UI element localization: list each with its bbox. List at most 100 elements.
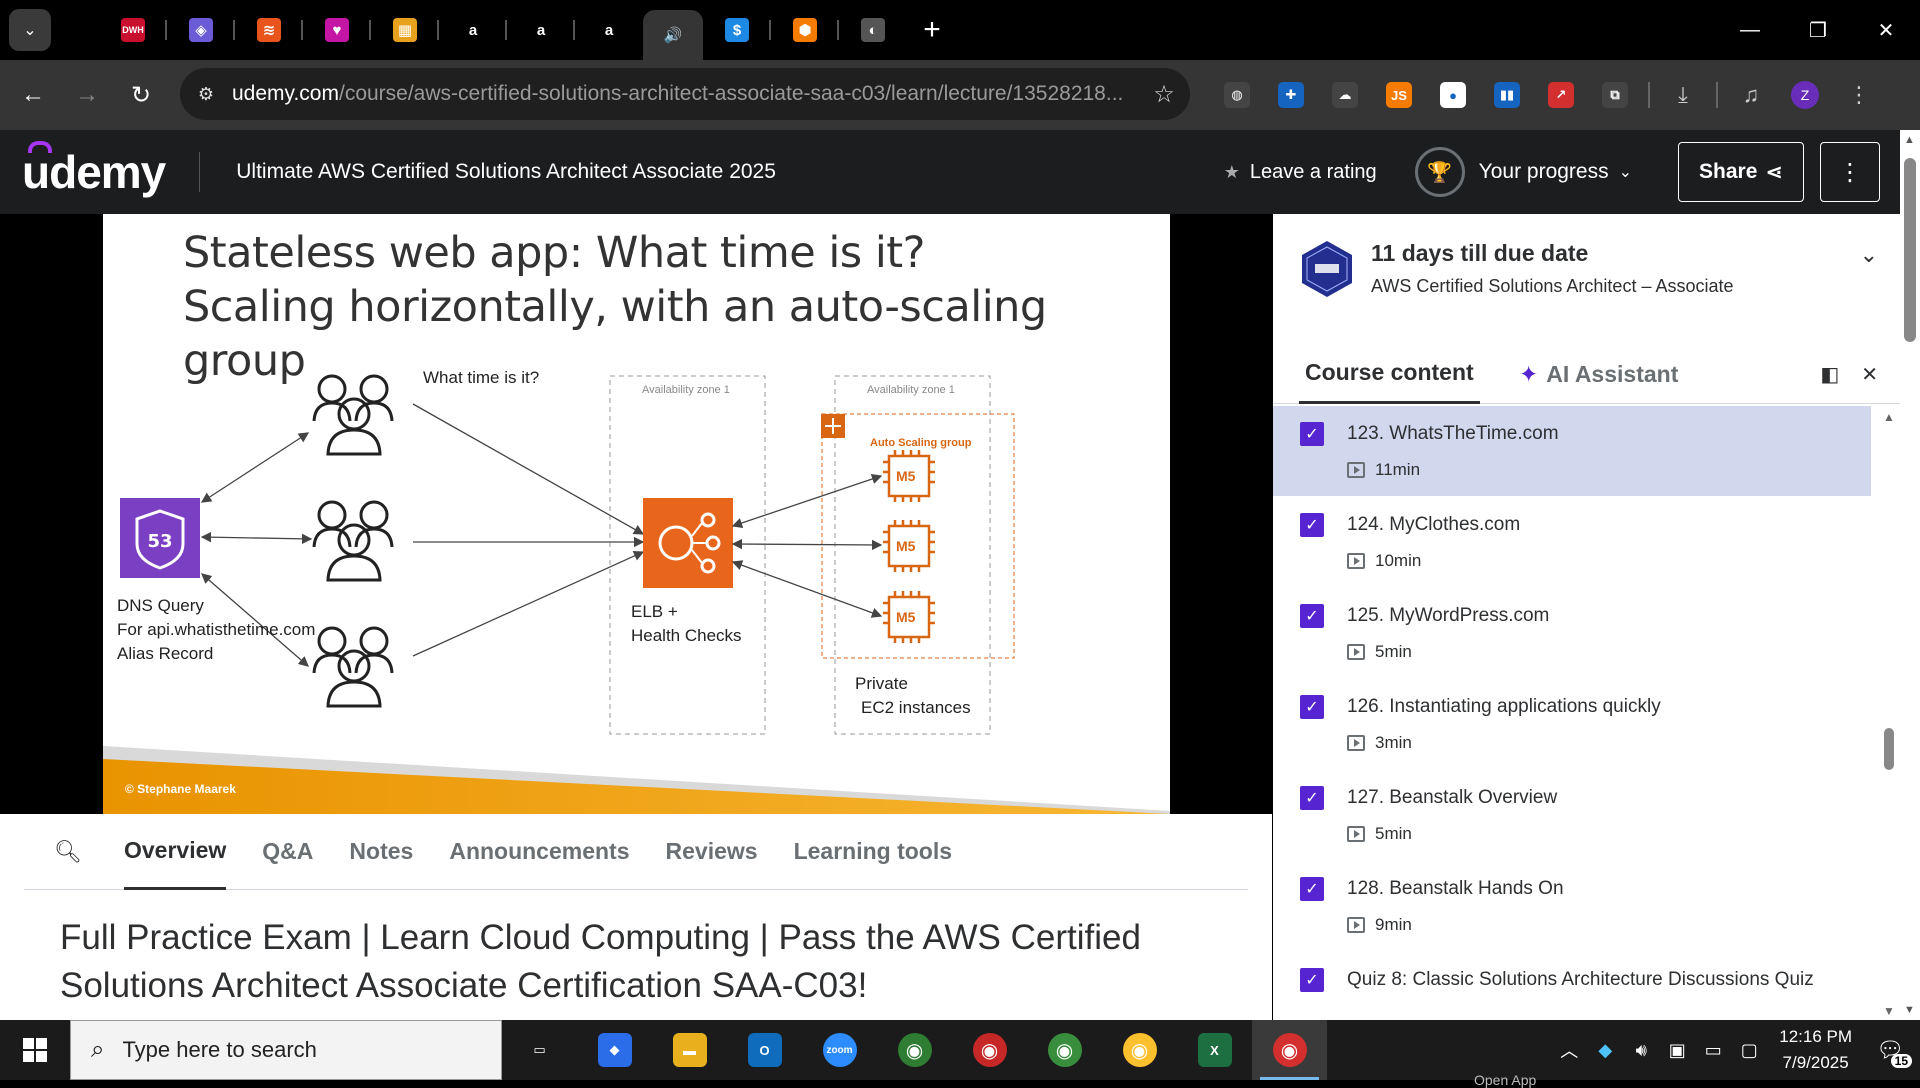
start-button[interactable] <box>0 1020 70 1080</box>
chrome-taskbar-button[interactable]: ◉ <box>1102 1020 1177 1080</box>
new-tab-button[interactable]: + <box>907 0 957 60</box>
task-view-taskbar-button[interactable]: ▭ <box>502 1020 577 1080</box>
lecture-item[interactable]: ✓ 125. MyWordPress.com 5min <box>1273 588 1871 678</box>
tab-announcements[interactable]: Announcements <box>449 814 629 890</box>
tab-q-a[interactable]: Q&A <box>262 814 313 890</box>
bookmark-star-icon[interactable]: ☆ <box>1138 68 1190 120</box>
copilot-taskbar-button[interactable]: ◆ <box>577 1020 652 1080</box>
file-explorer-taskbar-button[interactable]: ▬ <box>652 1020 727 1080</box>
close-window-icon[interactable]: ✕ <box>1852 0 1920 60</box>
chrome-active-taskbar-button[interactable]: ◉ <box>1252 1020 1327 1080</box>
sidebar-scrollbar[interactable]: ▲ ▼ <box>1878 406 1898 1020</box>
bars-extension-icon[interactable]: ▮▮ <box>1480 68 1534 122</box>
lecture-item[interactable]: ✓ 127. Beanstalk Overview 5min <box>1273 770 1871 860</box>
volume-icon[interactable]: 🔊︎ <box>1623 1040 1659 1061</box>
excel-taskbar-button[interactable]: X <box>1177 1020 1252 1080</box>
lecture-duration: 10min <box>1347 551 1421 571</box>
puzzle-extension-icon[interactable]: ⧉ <box>1588 68 1642 122</box>
tab-active-audio[interactable]: 🔊 <box>643 10 703 60</box>
arrow-extension-icon[interactable]: ↗ <box>1534 68 1588 122</box>
globe-extension-icon[interactable]: ◍ <box>1210 68 1264 122</box>
browser-menu-icon[interactable]: ⋮ <box>1832 68 1886 122</box>
tab-globe[interactable]: ◐ <box>839 0 907 60</box>
page-scrollbar[interactable]: ▲ ▼ <box>1900 130 1920 1020</box>
checkbox-checked-icon[interactable]: ✓ <box>1300 877 1324 901</box>
lecture-item[interactable]: ✓ Quiz 8: Classic Solutions Architecture … <box>1273 952 1871 1020</box>
tab-notes[interactable]: Notes <box>349 814 413 890</box>
course-title[interactable]: Ultimate AWS Certified Solutions Archite… <box>236 160 776 184</box>
checkbox-checked-icon[interactable]: ✓ <box>1300 968 1324 992</box>
show-hidden-icons[interactable]: ︿ <box>1551 1037 1587 1063</box>
tab-dollar[interactable]: $ <box>703 0 771 60</box>
tab-package[interactable]: ▦ <box>371 0 439 60</box>
scroll-up-icon[interactable]: ▲ <box>1904 134 1915 146</box>
scrollbar-thumb[interactable] <box>1904 158 1916 342</box>
tab-course-content[interactable]: Course content <box>1299 344 1480 404</box>
tab-amazon-2[interactable]: a <box>507 0 575 60</box>
lecture-item[interactable]: ✓ 124. MyClothes.com 10min <box>1273 497 1871 587</box>
network-app-icon[interactable]: ◆ <box>1587 1040 1623 1061</box>
scroll-up-icon[interactable]: ▲ <box>1883 410 1895 424</box>
your-progress-button[interactable]: 🏆 Your progress ⌄ <box>1414 147 1632 197</box>
chevron-down-icon[interactable]: ⌄ <box>1860 242 1878 268</box>
chrome-profile-1-taskbar-button[interactable]: ◉ <box>877 1020 952 1080</box>
reload-icon[interactable]: ↻ <box>114 68 168 122</box>
tab-learning-tools[interactable]: Learning tools <box>794 814 952 890</box>
js-extension-icon[interactable]: JS <box>1372 68 1426 122</box>
download-icon[interactable]: ⤓ <box>1656 68 1710 122</box>
tab-heart[interactable]: ♥ <box>303 0 371 60</box>
checkbox-checked-icon[interactable]: ✓ <box>1300 604 1324 628</box>
tab-amazon-1[interactable]: a <box>439 0 507 60</box>
tab-reviews[interactable]: Reviews <box>666 814 758 890</box>
scroll-down-icon[interactable]: ▼ <box>1883 1004 1895 1018</box>
outlook-taskbar-button[interactable]: O <box>727 1020 802 1080</box>
tab-search-button[interactable]: ⌄ <box>9 9 51 51</box>
back-icon[interactable]: ← <box>6 68 60 122</box>
plus-extension-icon[interactable]: ✚ <box>1264 68 1318 122</box>
system-clock[interactable]: 12:16 PM 7/9/2025 <box>1779 1024 1852 1076</box>
cloud-extension-icon[interactable]: ☁ <box>1318 68 1372 122</box>
lecture-item[interactable]: ✓ 123. WhatsTheTime.com 11min <box>1273 406 1871 496</box>
checkbox-checked-icon[interactable]: ✓ <box>1300 786 1324 810</box>
leave-rating-button[interactable]: ★ Leave a rating <box>1224 161 1377 184</box>
chrome-profile-3-taskbar-button[interactable]: ◉ <box>1027 1020 1102 1080</box>
media-control-icon[interactable]: ♫ <box>1724 68 1778 122</box>
display-icon[interactable]: ▢ <box>1731 1040 1767 1061</box>
udemy-logo[interactable]: udemy <box>22 141 166 199</box>
tab-ai-assistant[interactable]: ✦ AI Assistant <box>1519 344 1678 404</box>
tab-amazon-3[interactable]: a <box>575 0 643 60</box>
scroll-down-icon[interactable]: ▼ <box>1904 1004 1915 1016</box>
expand-panel-icon[interactable]: ◧ <box>1820 362 1839 387</box>
tab-stack[interactable]: ≋ <box>235 0 303 60</box>
checkbox-checked-icon[interactable]: ✓ <box>1300 695 1324 719</box>
close-sidebar-icon[interactable]: ✕ <box>1861 362 1878 387</box>
tab-cube[interactable]: ◈ <box>167 0 235 60</box>
notifications-icon[interactable]: 💬︎ 15 <box>1868 1028 1912 1072</box>
lecture-item[interactable]: ✓ 128. Beanstalk Hands On 9min <box>1273 861 1871 951</box>
circle-extension-icon[interactable]: ● <box>1426 68 1480 122</box>
chrome-profile-2-taskbar-button[interactable]: ◉ <box>952 1020 1027 1080</box>
profile-button[interactable]: Z <box>1778 68 1832 122</box>
checkbox-checked-icon[interactable]: ✓ <box>1300 513 1324 537</box>
due-date-banner[interactable]: 11 days till due date AWS Certified Solu… <box>1273 214 1900 314</box>
meet-now-icon[interactable]: ▣ <box>1659 1040 1695 1061</box>
url-text[interactable]: udemy.com/course/aws-certified-solutions… <box>232 82 1138 106</box>
zoom-taskbar-button[interactable]: zoom <box>802 1020 877 1080</box>
search-icon[interactable]: 🔍︎ <box>54 839 102 865</box>
address-bar[interactable]: ⚙ udemy.com/course/aws-certified-solutio… <box>180 68 1190 120</box>
site-info-icon[interactable]: ⚙ <box>180 68 232 120</box>
battery-icon[interactable]: ▭ <box>1695 1040 1731 1061</box>
lecture-item[interactable]: ✓ 126. Instantiating applications quickly… <box>1273 679 1871 769</box>
tab-dwh[interactable]: DWH <box>99 0 167 60</box>
tab-hex[interactable]: ⬢ <box>771 0 839 60</box>
video-player[interactable]: Stateless web app: What time is it? Scal… <box>0 214 1272 814</box>
share-button[interactable]: Share ⋖ <box>1678 142 1804 202</box>
checkbox-checked-icon[interactable]: ✓ <box>1300 422 1324 446</box>
tab-overview[interactable]: Overview <box>124 814 227 890</box>
restore-icon[interactable]: ❐ <box>1784 0 1852 60</box>
minimize-icon[interactable]: — <box>1716 0 1784 60</box>
more-options-icon[interactable]: ⋮ <box>1820 142 1880 202</box>
scrollbar-thumb[interactable] <box>1884 728 1894 770</box>
forward-icon[interactable]: → <box>60 68 114 122</box>
taskbar-search-input[interactable]: ⌕ Type here to search <box>70 1020 502 1080</box>
